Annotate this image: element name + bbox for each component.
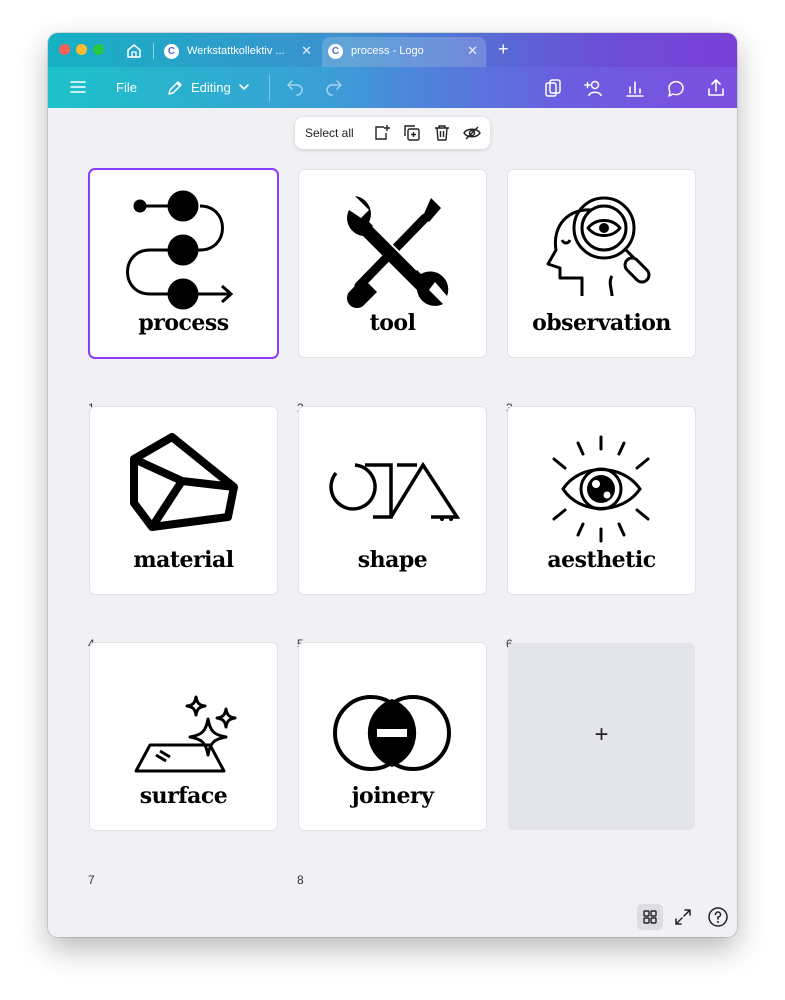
page-thumbnail-1[interactable]: process (90, 170, 277, 357)
page-thumbnail-3[interactable]: observation (508, 170, 695, 357)
logo-label: process (138, 310, 229, 336)
logo-label: surface (139, 783, 228, 809)
home-icon[interactable] (124, 41, 144, 61)
editor-toolbar: File Editing (48, 67, 737, 108)
close-tab-icon[interactable]: ✕ (301, 43, 312, 59)
hide-page-icon[interactable] (463, 124, 481, 142)
redo-icon[interactable] (324, 78, 344, 98)
tab-separator (153, 43, 154, 59)
page-thumbnail-5[interactable]: shape (299, 407, 486, 594)
add-page-icon[interactable] (373, 124, 391, 142)
close-window-button[interactable] (59, 44, 70, 55)
app-window: C Werkstattkollektiv ... ✕ C process - L… (48, 33, 737, 937)
logo-label: observation (532, 310, 671, 336)
add-page-card[interactable]: + (508, 643, 695, 830)
grid-view-icon[interactable] (637, 904, 663, 930)
undo-icon[interactable] (285, 78, 305, 98)
close-tab-icon[interactable]: ✕ (467, 43, 478, 59)
page-number: 8 (297, 873, 304, 887)
page-actions-toolbar: Select all (295, 117, 490, 149)
minimize-window-button[interactable] (76, 44, 87, 55)
title-bar: C Werkstattkollektiv ... ✕ C process - L… (48, 33, 737, 67)
new-tab-icon[interactable]: + (498, 39, 509, 60)
chevron-down-icon[interactable] (238, 81, 250, 93)
maximize-window-button[interactable] (93, 44, 104, 55)
pencil-icon[interactable] (166, 79, 184, 97)
logo-label: joinery (351, 783, 434, 809)
editing-mode-button[interactable]: Editing (191, 80, 231, 95)
comment-icon[interactable] (665, 77, 687, 99)
tab-process-logo[interactable]: C process - Logo ✕ (322, 37, 486, 67)
toolbar-divider (269, 75, 270, 101)
tab-title: Werkstattkollektiv ... (187, 45, 285, 57)
logo-label: shape (357, 547, 428, 573)
plus-icon: + (594, 721, 609, 748)
share-upload-icon[interactable] (705, 77, 727, 99)
page-number: 7 (88, 873, 95, 887)
tab-title: process - Logo (351, 45, 424, 57)
menu-icon[interactable] (70, 79, 86, 95)
page-thumbnail-2[interactable]: tool (299, 170, 486, 357)
help-icon[interactable] (706, 905, 730, 929)
trash-icon[interactable] (433, 124, 451, 142)
copy-pages-icon[interactable] (542, 77, 564, 99)
share-people-icon[interactable] (583, 77, 605, 99)
duplicate-page-icon[interactable] (403, 124, 421, 142)
page-thumbnail-6[interactable]: aesthetic (508, 407, 695, 594)
logo-label: aesthetic (547, 547, 656, 573)
canva-logo-icon: C (328, 44, 343, 59)
file-menu-button[interactable]: File (116, 80, 137, 95)
tab-werkstattkollektiv[interactable]: C Werkstattkollektiv ... ✕ (158, 37, 320, 67)
page-thumbnail-8[interactable]: joinery (299, 643, 486, 830)
logo-label: tool (369, 310, 416, 336)
canva-logo-icon: C (164, 44, 179, 59)
page-grid-view: Select all process tool observation mate… (48, 108, 737, 937)
expand-icon[interactable] (671, 905, 695, 929)
logo-label: material (133, 547, 234, 573)
select-all-button[interactable]: Select all (305, 126, 354, 140)
insights-icon[interactable] (624, 77, 646, 99)
page-thumbnail-7[interactable]: surface (90, 643, 277, 830)
page-thumbnail-4[interactable]: material (90, 407, 277, 594)
